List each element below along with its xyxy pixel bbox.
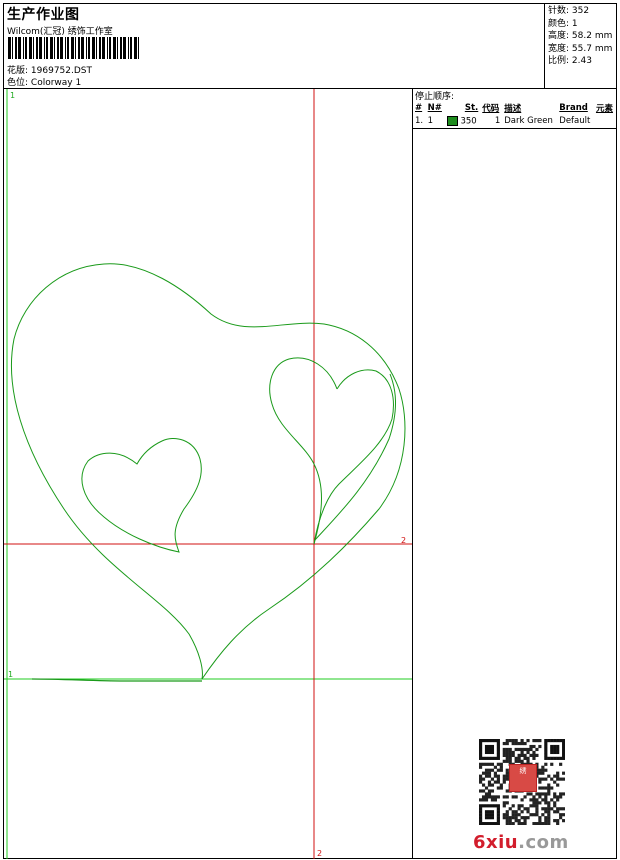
design-stats: 针数: 352 颜色: 1 高度: 58.2 mm 宽度: 55.7 mm 比例… <box>544 4 616 88</box>
stop-sequence-panel: 停止顺序: # N# St. 代码 描述 Brand 元素 1. 1 350 1… <box>413 89 616 859</box>
marker-top-left: 1 <box>10 91 15 100</box>
company-name: Wilcom(汇冠) 绣饰工作室 <box>7 27 113 37</box>
stat-stitches: 针数: 352 <box>548 6 590 16</box>
marker-right-h: 2 <box>401 536 406 545</box>
page-title: 生产作业图 <box>7 7 80 23</box>
header-info: 生产作业图 Wilcom(汇冠) 绣饰工作室 花版: 1969752.DST 色… <box>4 4 544 88</box>
colorway: 色位: Colorway 1 <box>7 75 81 88</box>
small-heart-right-path <box>269 357 338 545</box>
marker-bottom-v: 2 <box>317 849 322 858</box>
stat-width: 宽度: 55.7 mm <box>548 43 613 54</box>
embroidery-drawing: 1 1 2 2 <box>4 89 412 859</box>
colorway-value: Colorway 1 <box>30 78 82 88</box>
seal-stamp: 绣 <box>509 764 537 792</box>
stops-table: # N# St. 代码 描述 Brand 元素 1. 1 350 1 Dark … <box>413 101 616 129</box>
production-worksheet: 生产作业图 Wilcom(汇冠) 绣饰工作室 花版: 1969752.DST 色… <box>3 3 617 859</box>
design-preview: 1 1 2 2 <box>4 89 413 859</box>
inner-outline-path <box>313 373 397 542</box>
worksheet-header: 生产作业图 Wilcom(汇冠) 绣饰工作室 花版: 1969752.DST 色… <box>4 4 616 89</box>
stops-header-row: # N# St. 代码 描述 Brand 元素 <box>415 103 613 114</box>
stat-height: 高度: 58.2 mm <box>548 31 613 41</box>
table-row: 1. 1 350 1 Dark Green Default <box>413 115 616 129</box>
color-swatch <box>446 116 458 126</box>
marker-left-mid: 1 <box>8 670 13 679</box>
small-heart-left-path <box>81 437 202 553</box>
site-watermark: 6xiu.com <box>473 832 569 853</box>
small-heart-right-lobe-path <box>313 369 394 545</box>
barcode-icon <box>8 37 139 59</box>
stat-scale: 比例: 2.43 <box>548 56 592 66</box>
large-heart-path <box>11 263 406 680</box>
heart-stitches <box>11 263 406 682</box>
stat-colors: 颜色: 1 <box>548 18 578 29</box>
colorway-label: 色位: <box>7 78 29 88</box>
